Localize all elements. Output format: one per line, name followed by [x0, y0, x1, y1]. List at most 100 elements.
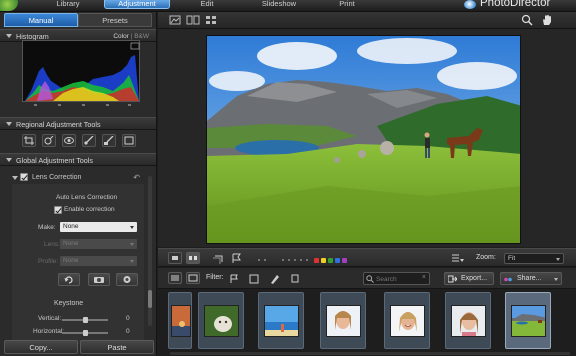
thumbnail[interactable] — [198, 292, 244, 349]
thumbnail[interactable] — [320, 292, 366, 349]
lens-correction-checkbox[interactable] — [20, 173, 28, 181]
compare-view-icon[interactable] — [186, 14, 200, 26]
filter-label: Filter: — [206, 274, 224, 281]
search-field[interactable]: × — [363, 272, 430, 285]
filter-color-icon[interactable] — [268, 273, 282, 285]
thumbnail[interactable] — [258, 292, 304, 349]
paste-button[interactable]: Paste — [80, 340, 154, 354]
crop-tool-icon[interactable] — [22, 134, 36, 147]
rating-dot[interactable] — [294, 259, 296, 261]
flag-icon[interactable] — [230, 252, 244, 264]
lens-correction-header[interactable]: Lens Correction ↶ — [12, 171, 144, 184]
zoom-select[interactable]: Fit — [504, 253, 564, 264]
enable-correction-label: Enable correction — [64, 206, 115, 213]
export-icon — [448, 275, 457, 283]
lens-select[interactable]: None — [60, 239, 137, 249]
vertical-slider-knob[interactable] — [83, 317, 88, 323]
collapse-triangle-icon[interactable] — [12, 176, 18, 180]
refresh-button[interactable] — [58, 273, 80, 286]
thumbnail-image-woman — [326, 305, 361, 337]
rating-dot[interactable] — [288, 259, 290, 261]
sort-menu-icon[interactable] — [450, 252, 464, 264]
search-input[interactable] — [376, 274, 422, 284]
color-label-yellow[interactable] — [321, 258, 326, 263]
profile-label: Profile: — [38, 258, 59, 265]
chevron-down-icon — [130, 260, 134, 263]
enable-correction-checkbox[interactable] — [54, 206, 62, 214]
make-select[interactable]: None — [60, 222, 137, 232]
tab-edit[interactable]: Edit — [190, 0, 224, 9]
lens-correction-title: Lens Correction — [32, 174, 82, 181]
tab-manual[interactable]: Manual — [4, 13, 78, 27]
collapse-triangle-icon[interactable] — [6, 158, 12, 162]
panel-scrollbar-thumb[interactable] — [148, 290, 152, 308]
histogram-tick — [34, 104, 37, 106]
share-button[interactable]: Share... — [500, 272, 562, 285]
brush-icon[interactable] — [82, 134, 96, 147]
vertical-value: 0 — [126, 315, 130, 322]
global-tools-title: Global Adjustment Tools — [16, 156, 93, 165]
single-view-icon[interactable] — [168, 14, 182, 26]
rating-dot[interactable] — [306, 259, 308, 261]
copy-button[interactable]: Copy... — [4, 340, 78, 354]
histogram-tick — [82, 104, 85, 106]
filmstrip-view-button[interactable] — [186, 272, 200, 284]
make-select-value: None — [63, 223, 79, 230]
spot-removal-icon[interactable] — [42, 134, 56, 147]
rating-dot[interactable] — [258, 259, 260, 261]
filter-rating-icon[interactable] — [248, 273, 262, 285]
filter-flag-icon[interactable] — [228, 273, 242, 285]
color-label-purple[interactable] — [342, 258, 347, 263]
collapse-triangle-icon[interactable] — [6, 122, 12, 126]
filter-more-icon[interactable] — [290, 273, 304, 285]
tab-print[interactable]: Print — [332, 0, 362, 9]
histogram-mode-bw[interactable]: B&W — [134, 33, 149, 40]
share-icon — [504, 277, 512, 282]
list-view-button[interactable] — [168, 272, 182, 284]
clear-search-icon[interactable]: × — [422, 274, 426, 281]
split-view-button[interactable] — [186, 252, 200, 264]
color-label-green[interactable] — [328, 258, 333, 263]
histogram-tick — [128, 104, 131, 106]
lens-profile-button[interactable] — [116, 273, 138, 286]
profile-select[interactable]: None — [60, 256, 137, 266]
viewer-toolbar — [158, 12, 576, 29]
thumbnail[interactable] — [445, 292, 491, 349]
lens-icon — [123, 276, 131, 283]
global-tools-header[interactable]: Global Adjustment Tools — [0, 153, 156, 166]
single-photo-view-button[interactable] — [168, 252, 182, 264]
radial-filter-icon[interactable] — [122, 134, 136, 147]
lens-label: Lens: — [44, 241, 60, 248]
regional-tools-header[interactable]: Regional Adjustment Tools — [0, 117, 156, 130]
search-icon[interactable] — [520, 14, 534, 26]
thumbnail[interactable] — [384, 292, 430, 349]
thumbnail-image-sunset — [171, 305, 191, 337]
tab-presets[interactable]: Presets — [78, 13, 152, 27]
red-eye-icon[interactable] — [62, 134, 76, 147]
thumbnail[interactable] — [168, 292, 192, 349]
tab-library[interactable]: Library — [46, 0, 90, 9]
horizontal-slider-knob[interactable] — [83, 330, 88, 336]
export-button[interactable]: Export... — [444, 272, 494, 285]
tab-slideshow[interactable]: Slideshow — [252, 0, 306, 9]
collapse-triangle-icon[interactable] — [6, 34, 12, 38]
tab-adjustment[interactable]: Adjustment — [104, 0, 170, 9]
chevron-down-icon — [554, 278, 558, 281]
color-label-blue[interactable] — [335, 258, 340, 263]
rating-dot[interactable] — [264, 259, 266, 261]
filmstrip-scrollbar[interactable] — [170, 352, 570, 355]
reset-icon[interactable]: ↶ — [133, 171, 140, 184]
hand-pan-icon[interactable] — [540, 14, 554, 26]
chevron-down-icon — [130, 243, 134, 246]
gradient-mask-icon[interactable] — [102, 134, 116, 147]
chevron-down-icon — [556, 258, 560, 261]
rotate-icon[interactable] — [212, 252, 226, 264]
rating-dot[interactable] — [300, 259, 302, 261]
camera-profile-button[interactable] — [88, 273, 110, 286]
thumbnail-active[interactable] — [505, 292, 551, 349]
color-label-red[interactable] — [314, 258, 319, 263]
rating-dot[interactable] — [282, 259, 284, 261]
histogram-mode-color[interactable]: Color — [113, 33, 129, 40]
grid-view-icon[interactable] — [204, 14, 218, 26]
main-photo[interactable] — [206, 35, 521, 244]
